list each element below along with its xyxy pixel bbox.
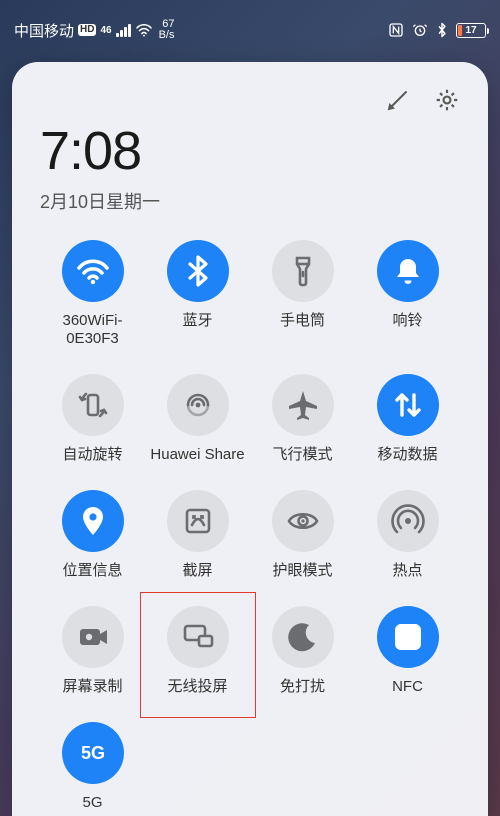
huaweishare-label: Huawei Share bbox=[150, 446, 244, 464]
nfc-label: NFC bbox=[392, 678, 423, 696]
screenrecord-label: 屏幕录制 bbox=[62, 678, 122, 696]
autorotate-toggle[interactable] bbox=[62, 374, 124, 436]
signal-icon bbox=[116, 23, 131, 37]
alarm-status-icon bbox=[412, 22, 428, 38]
flashlight-toggle[interactable] bbox=[272, 240, 334, 302]
panel-actions bbox=[40, 86, 460, 114]
tile-huaweishare: Huawei Share bbox=[146, 374, 250, 464]
tile-mobiledata: 移动数据 bbox=[356, 374, 460, 464]
flashlight-icon bbox=[285, 253, 321, 289]
eyecomfort-toggle[interactable] bbox=[272, 490, 334, 552]
moon-icon bbox=[285, 619, 321, 655]
hotspot-icon bbox=[390, 503, 426, 539]
bluetooth-toggle[interactable] bbox=[167, 240, 229, 302]
bluetooth-icon bbox=[180, 253, 216, 289]
edit-icon[interactable] bbox=[386, 88, 410, 112]
tile-eyecomfort: 护眼模式 bbox=[251, 490, 355, 580]
record-icon bbox=[75, 619, 111, 655]
tile-nfc: NFC bbox=[356, 606, 460, 696]
hotspot-label: 热点 bbox=[392, 562, 422, 580]
tile-5g: 5G bbox=[41, 722, 145, 812]
airplane-label: 飞行模式 bbox=[272, 446, 332, 464]
ringer-label: 响铃 bbox=[392, 312, 422, 330]
bell-icon bbox=[390, 253, 426, 289]
screenrecord-toggle[interactable] bbox=[62, 606, 124, 668]
gear-icon[interactable] bbox=[434, 87, 460, 113]
tiles-grid: 360WiFi-0E30F3 蓝牙 手电筒 响铃自动旋转 Huawei Share 飞行模… bbox=[40, 240, 460, 812]
tile-screenshot: 截屏 bbox=[146, 490, 250, 580]
cast-icon bbox=[180, 619, 216, 655]
wifi-status-icon bbox=[135, 23, 153, 37]
dnd-label: 免打扰 bbox=[280, 678, 325, 696]
bluetooth-status-icon bbox=[436, 22, 448, 38]
wifi-label: 360WiFi-0E30F3 bbox=[62, 312, 122, 348]
location-icon bbox=[75, 503, 111, 539]
eye-icon bbox=[285, 503, 321, 539]
location-toggle[interactable] bbox=[62, 490, 124, 552]
data-icon bbox=[390, 387, 426, 423]
ringer-toggle[interactable] bbox=[377, 240, 439, 302]
flashlight-label: 手电筒 bbox=[280, 312, 325, 330]
cast-toggle[interactable] bbox=[167, 606, 229, 668]
tile-location: 位置信息 bbox=[41, 490, 145, 580]
tile-wifi: 360WiFi-0E30F3 bbox=[41, 240, 145, 348]
share-icon bbox=[180, 387, 216, 423]
screenshot-icon bbox=[180, 503, 216, 539]
tile-flashlight: 手电筒 bbox=[251, 240, 355, 348]
eyecomfort-label: 护眼模式 bbox=[272, 562, 332, 580]
5g-toggle[interactable] bbox=[62, 722, 124, 784]
status-left: 中国移动 HD 46 67B/s bbox=[14, 19, 175, 41]
nfc-status-icon bbox=[388, 22, 404, 38]
bluetooth-label: 蓝牙 bbox=[182, 312, 212, 330]
hd-badge: HD bbox=[78, 24, 96, 36]
airplane-toggle[interactable] bbox=[272, 374, 334, 436]
nfc-icon bbox=[390, 619, 426, 655]
airplane-icon bbox=[285, 387, 321, 423]
location-label: 位置信息 bbox=[62, 562, 122, 580]
screenshot-label: 截屏 bbox=[182, 562, 212, 580]
tile-bluetooth: 蓝牙 bbox=[146, 240, 250, 348]
quick-settings-panel: 7:08 2月10日星期一 360WiFi-0E30F3 蓝牙 手电筒 响铃自动旋转 H… bbox=[12, 62, 488, 816]
tile-cast: 无线投屏 bbox=[146, 606, 250, 696]
tile-autorotate: 自动旋转 bbox=[41, 374, 145, 464]
nfc-toggle[interactable] bbox=[377, 606, 439, 668]
5g-label: 5G bbox=[82, 794, 102, 812]
tile-screenrecord: 屏幕录制 bbox=[41, 606, 145, 696]
wifi-icon bbox=[75, 253, 111, 289]
autorotate-label: 自动旋转 bbox=[62, 446, 122, 464]
huaweishare-toggle[interactable] bbox=[167, 374, 229, 436]
battery-icon: 17 bbox=[456, 23, 486, 38]
cast-label: 无线投屏 bbox=[167, 678, 227, 696]
status-right: 17 bbox=[388, 22, 486, 38]
mobiledata-label: 移动数据 bbox=[377, 446, 437, 464]
5g-icon bbox=[75, 735, 111, 771]
carrier-label: 中国移动 bbox=[14, 20, 74, 41]
clock: 7:08 bbox=[40, 120, 460, 182]
dnd-toggle[interactable] bbox=[272, 606, 334, 668]
mobiledata-toggle[interactable] bbox=[377, 374, 439, 436]
tile-airplane: 飞行模式 bbox=[251, 374, 355, 464]
hotspot-toggle[interactable] bbox=[377, 490, 439, 552]
rotate-icon bbox=[75, 387, 111, 423]
tile-dnd: 免打扰 bbox=[251, 606, 355, 696]
status-bar: 中国移动 HD 46 67B/s 17 bbox=[0, 0, 500, 54]
tile-hotspot: 热点 bbox=[356, 490, 460, 580]
tile-ringer: 响铃 bbox=[356, 240, 460, 348]
network-speed: 67B/s bbox=[157, 19, 175, 41]
network-gen: 46 bbox=[100, 25, 111, 36]
wifi-toggle[interactable] bbox=[62, 240, 124, 302]
screenshot-toggle[interactable] bbox=[167, 490, 229, 552]
date: 2月10日星期一 bbox=[40, 188, 460, 214]
